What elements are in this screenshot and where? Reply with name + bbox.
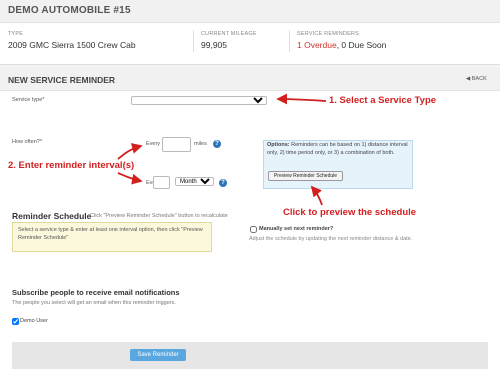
arrow-step1	[276, 93, 327, 105]
arrow-step2-down	[117, 172, 143, 185]
annotation-step3: Click to preview the schedule	[283, 207, 417, 218]
annotation-step1: 1. Select a Service Type	[329, 95, 437, 106]
arrow-step2-up	[117, 143, 143, 160]
annotation-arrows	[117, 93, 327, 206]
annotation-step2: 2. Enter reminder interval(s)	[8, 160, 135, 171]
arrow-step3	[310, 185, 323, 206]
